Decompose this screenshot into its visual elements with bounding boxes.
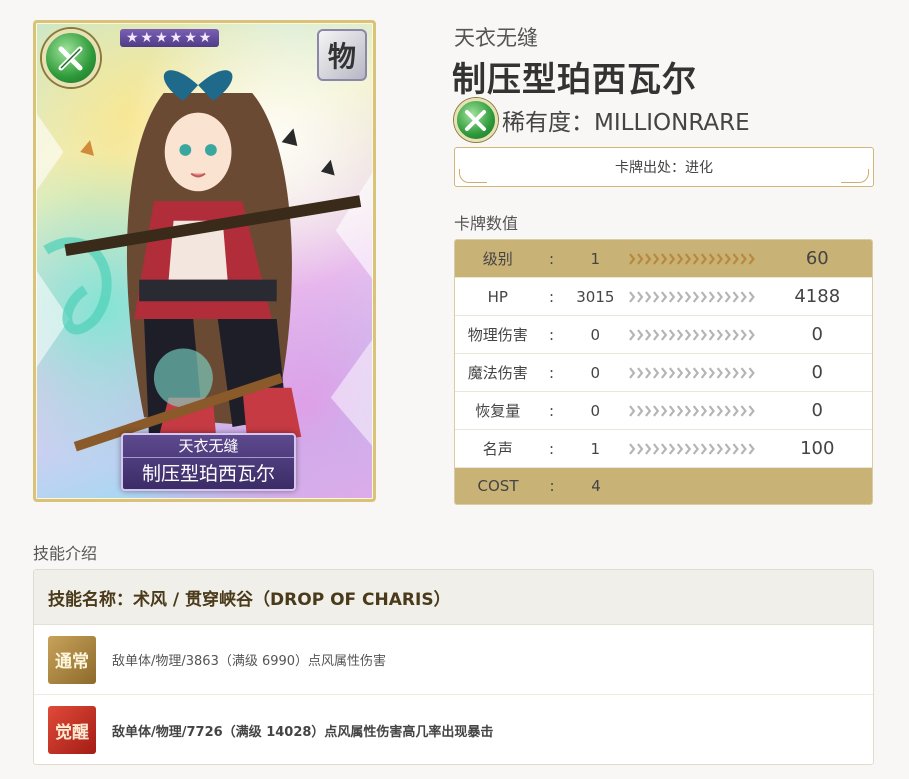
progress-arrows-icon bbox=[629, 328, 755, 341]
stat-row-hp: HP : 3015 4188 bbox=[455, 278, 872, 316]
rarity-swords-icon bbox=[454, 98, 498, 142]
skill-row-awake: 觉醒 敌单体/物理/7726（满级 14028）点风属性伤害高几率出现暴击 bbox=[34, 695, 873, 764]
stat-name: COST bbox=[477, 477, 519, 495]
stat-row-level: 级别 : 1 60 bbox=[455, 240, 872, 278]
stat-name: 名声 bbox=[482, 440, 513, 458]
stat-max-value: 100 bbox=[800, 438, 835, 459]
stat-row-cost: COST : 4 bbox=[455, 468, 872, 504]
ornament-corner bbox=[841, 169, 869, 183]
stat-row-recovery: 恢复量 : 0 0 bbox=[455, 392, 872, 430]
stat-min-value: 1 bbox=[590, 249, 601, 268]
stat-max-value: 0 bbox=[811, 400, 823, 421]
skill-normal-badge: 通常 bbox=[48, 635, 96, 684]
stat-max-value: 4188 bbox=[794, 286, 841, 307]
skill-awake-badge: 觉醒 bbox=[48, 706, 96, 754]
card-star-rating: ★★★★★★ bbox=[120, 29, 220, 47]
stat-min-value: 0 bbox=[590, 325, 601, 344]
skill-section-label: 技能介绍 bbox=[33, 544, 98, 563]
stat-max-value: 60 bbox=[805, 248, 829, 269]
progress-arrows-icon bbox=[629, 442, 755, 455]
stat-colon: : bbox=[549, 477, 555, 495]
stat-colon: : bbox=[549, 325, 555, 344]
card-rarity-icon bbox=[42, 29, 100, 87]
stat-name: 恢复量 bbox=[475, 402, 521, 420]
stat-min-value: 0 bbox=[590, 363, 601, 382]
stat-colon: : bbox=[549, 287, 555, 306]
stat-min-value: 0 bbox=[590, 401, 601, 420]
rarity-row: 稀有度：MILLIONRARE bbox=[454, 96, 750, 144]
stat-name: 魔法伤害 bbox=[467, 364, 528, 382]
rarity-text: 稀有度：MILLIONRARE bbox=[502, 110, 750, 136]
progress-arrows-icon bbox=[629, 252, 755, 265]
skill-title: 技能名称：术风 / 贯穿峡谷（DROP OF CHARIS） bbox=[34, 570, 873, 625]
card-image: ★★★★★★ 物 天衣无缝 制压型珀西瓦尔 bbox=[33, 20, 376, 502]
stat-max-value: 0 bbox=[811, 324, 823, 345]
stat-colon: : bbox=[549, 439, 555, 458]
stat-row-physical-damage: 物理伤害 : 0 0 bbox=[455, 316, 872, 354]
card-source-box: 卡牌出处：进化 bbox=[454, 147, 874, 187]
ornament-corner bbox=[459, 169, 487, 183]
stat-name: HP bbox=[487, 287, 508, 306]
stat-max-value: 0 bbox=[811, 362, 823, 383]
stat-colon: : bbox=[549, 363, 555, 382]
progress-arrows-icon bbox=[629, 404, 755, 417]
card-type-badge: 物 bbox=[317, 29, 367, 81]
stat-colon: : bbox=[549, 401, 555, 420]
stat-min-value: 1 bbox=[590, 439, 601, 458]
stats-section-label: 卡牌数值 bbox=[454, 214, 519, 233]
skill-awake-description: 敌单体/物理/7726（满级 14028）点风属性伤害高几率出现暴击 bbox=[112, 724, 494, 740]
skill-normal-description: 敌单体/物理/3863（满级 6990）点风属性伤害 bbox=[112, 654, 387, 669]
stat-colon: : bbox=[549, 249, 555, 268]
card-title-subtitle: 天衣无缝 bbox=[454, 26, 538, 50]
page-title: 制压型珀西瓦尔 bbox=[452, 60, 697, 100]
skill-panel: 技能名称：术风 / 贯穿峡谷（DROP OF CHARIS） 通常 敌单体/物理… bbox=[33, 569, 874, 765]
card-nameplate: 天衣无缝 制压型珀西瓦尔 bbox=[121, 433, 296, 491]
skill-row-normal: 通常 敌单体/物理/3863（满级 6990）点风属性伤害 bbox=[34, 625, 873, 695]
card-artwork bbox=[36, 70, 373, 457]
stat-row-fame: 名声 : 1 100 bbox=[455, 430, 872, 468]
stat-min-value: 4 bbox=[591, 477, 601, 495]
card-name: 制压型珀西瓦尔 bbox=[141, 463, 275, 485]
card-subtitle: 天衣无缝 bbox=[123, 435, 294, 458]
stats-table: 级别 : 1 60 HP : 3015 4188 物理伤害 : 0 0 魔法伤害… bbox=[454, 239, 873, 505]
progress-arrows-icon bbox=[629, 366, 755, 379]
progress-arrows-icon bbox=[629, 290, 755, 303]
stat-min-value: 3015 bbox=[576, 287, 615, 306]
stat-name: 级别 bbox=[482, 250, 513, 268]
stat-name: 物理伤害 bbox=[467, 326, 528, 344]
card-source-text: 卡牌出处：进化 bbox=[615, 160, 713, 176]
stat-row-magic-damage: 魔法伤害 : 0 0 bbox=[455, 354, 872, 392]
